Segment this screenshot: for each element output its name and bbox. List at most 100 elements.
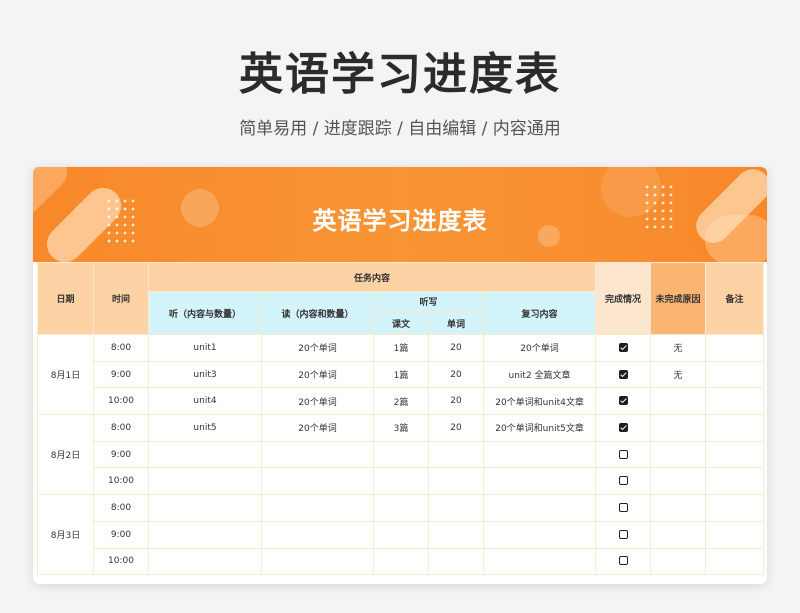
lesson-cell[interactable] [373, 494, 429, 522]
review-cell[interactable] [482, 547, 597, 576]
read-cell[interactable]: 20个单词 [261, 387, 374, 416]
reason-cell[interactable] [650, 520, 707, 549]
listen-cell[interactable]: unit4 [148, 387, 262, 416]
listen-cell[interactable]: unit5 [148, 414, 262, 442]
reason-cell[interactable] [650, 547, 707, 576]
header-time: 时间 [93, 262, 149, 335]
listen-cell[interactable]: unit3 [148, 360, 262, 389]
table-body: 8月1日 8:00 unit1 20个单词 1篇 20 20个单词无 9:00 unit3 20个… [37, 333, 765, 576]
table-row: 9:00 unit3 20个单词 1篇 20 unit2 全篇文章 无 [38, 360, 765, 389]
time-cell[interactable]: 10:00 [93, 387, 149, 416]
header-remarks: 备注 [705, 262, 765, 335]
checkbox-checked-icon[interactable] [618, 396, 628, 406]
checkbox-unchecked-icon[interactable] [618, 556, 628, 566]
remark-cell[interactable] [705, 414, 765, 442]
reason-cell[interactable] [650, 494, 707, 522]
remark-cell[interactable] [705, 520, 765, 549]
reason-cell[interactable] [650, 467, 707, 496]
words-cell[interactable]: 20 [428, 334, 484, 362]
read-cell[interactable]: 20个单词 [261, 360, 374, 389]
reason-cell[interactable] [650, 387, 707, 416]
listen-cell[interactable] [148, 494, 262, 522]
words-cell[interactable] [428, 494, 484, 522]
review-cell[interactable] [482, 440, 597, 469]
lesson-cell[interactable]: 3篇 [373, 414, 429, 442]
time-cell[interactable]: 9:00 [93, 440, 149, 469]
read-cell[interactable] [261, 467, 374, 496]
read-cell[interactable] [261, 520, 374, 549]
time-cell[interactable]: 8:00 [93, 494, 149, 522]
remark-cell[interactable] [705, 360, 765, 389]
listen-cell[interactable] [148, 520, 262, 549]
reason-cell[interactable]: 无 [650, 334, 707, 362]
lesson-cell[interactable]: 2篇 [373, 387, 429, 416]
time-cell[interactable]: 9:00 [93, 520, 149, 549]
remark-cell[interactable] [705, 387, 765, 416]
date-cell[interactable]: 8月1日 [37, 333, 94, 416]
read-cell[interactable] [261, 547, 374, 576]
remark-cell[interactable] [705, 440, 765, 469]
lesson-cell[interactable]: 1篇 [373, 360, 429, 389]
completion-cell [595, 334, 652, 362]
time-cell[interactable]: 10:00 [93, 547, 149, 576]
words-cell[interactable] [428, 467, 484, 496]
review-cell[interactable] [482, 494, 597, 522]
completion-cell [595, 440, 652, 469]
header-words: 单词 [428, 311, 484, 335]
completion-cell [595, 520, 652, 549]
completion-cell [595, 414, 652, 442]
remark-cell[interactable] [705, 547, 765, 576]
reason-cell[interactable] [650, 414, 707, 442]
read-cell[interactable] [261, 440, 374, 469]
lesson-cell[interactable] [373, 467, 429, 496]
read-cell[interactable]: 20个单词 [261, 414, 374, 442]
table-row: 9:00 [38, 440, 765, 469]
sheet-title: 英语学习进度表 [312, 207, 488, 235]
time-cell[interactable]: 9:00 [93, 360, 149, 389]
checkbox-unchecked-icon[interactable] [618, 529, 628, 539]
date-cell[interactable]: 8月3日 [37, 494, 94, 576]
listen-cell[interactable] [148, 467, 262, 496]
lesson-cell[interactable]: 1篇 [373, 334, 429, 362]
checkbox-checked-icon[interactable] [618, 422, 628, 432]
review-cell[interactable] [482, 520, 597, 549]
remark-cell[interactable] [705, 467, 765, 496]
header-completion: 完成情况 [595, 262, 652, 335]
time-cell[interactable]: 10:00 [93, 467, 149, 496]
review-cell[interactable]: 20个单词和unit5文章 [482, 414, 597, 442]
words-cell[interactable]: 20 [428, 387, 484, 416]
lesson-cell[interactable] [373, 520, 429, 549]
header-date: 日期 [37, 262, 94, 335]
checkbox-unchecked-icon[interactable] [618, 476, 628, 486]
words-cell[interactable]: 20 [428, 414, 484, 442]
listen-cell[interactable] [148, 547, 262, 576]
lesson-cell[interactable] [373, 440, 429, 469]
checkbox-checked-icon[interactable] [618, 342, 628, 352]
checkbox-unchecked-icon[interactable] [618, 449, 628, 459]
header-reason: 未完成原因 [650, 262, 707, 335]
lesson-cell[interactable] [373, 547, 429, 576]
words-cell[interactable] [428, 520, 484, 549]
listen-cell[interactable]: unit1 [148, 334, 262, 362]
words-cell[interactable]: 20 [428, 360, 484, 389]
time-cell[interactable]: 8:00 [93, 414, 149, 442]
review-cell[interactable]: 20个单词和unit4文章 [482, 387, 597, 416]
review-cell[interactable]: unit2 全篇文章 [482, 360, 597, 389]
review-cell[interactable]: 20个单词 [482, 334, 597, 362]
read-cell[interactable]: 20个单词 [261, 334, 374, 362]
reason-cell[interactable]: 无 [650, 360, 707, 389]
words-cell[interactable] [428, 440, 484, 469]
read-cell[interactable] [261, 494, 374, 522]
checkbox-checked-icon[interactable] [618, 369, 628, 379]
checkbox-unchecked-icon[interactable] [618, 502, 628, 512]
page-subtitle: 简单易用 / 进度跟踪 / 自由编辑 / 内容通用 [239, 119, 561, 139]
review-cell[interactable] [482, 467, 597, 496]
reason-cell[interactable] [650, 440, 707, 469]
listen-cell[interactable] [148, 440, 262, 469]
date-cell[interactable]: 8月2日 [37, 414, 94, 496]
remark-cell[interactable] [705, 334, 765, 362]
progress-table: 日期 时间 任务内容 完成情况 未完成原因 备注 听（内容与数量） 读（内容和数… [37, 262, 765, 576]
words-cell[interactable] [428, 547, 484, 576]
remark-cell[interactable] [705, 494, 765, 522]
time-cell[interactable]: 8:00 [93, 334, 149, 362]
